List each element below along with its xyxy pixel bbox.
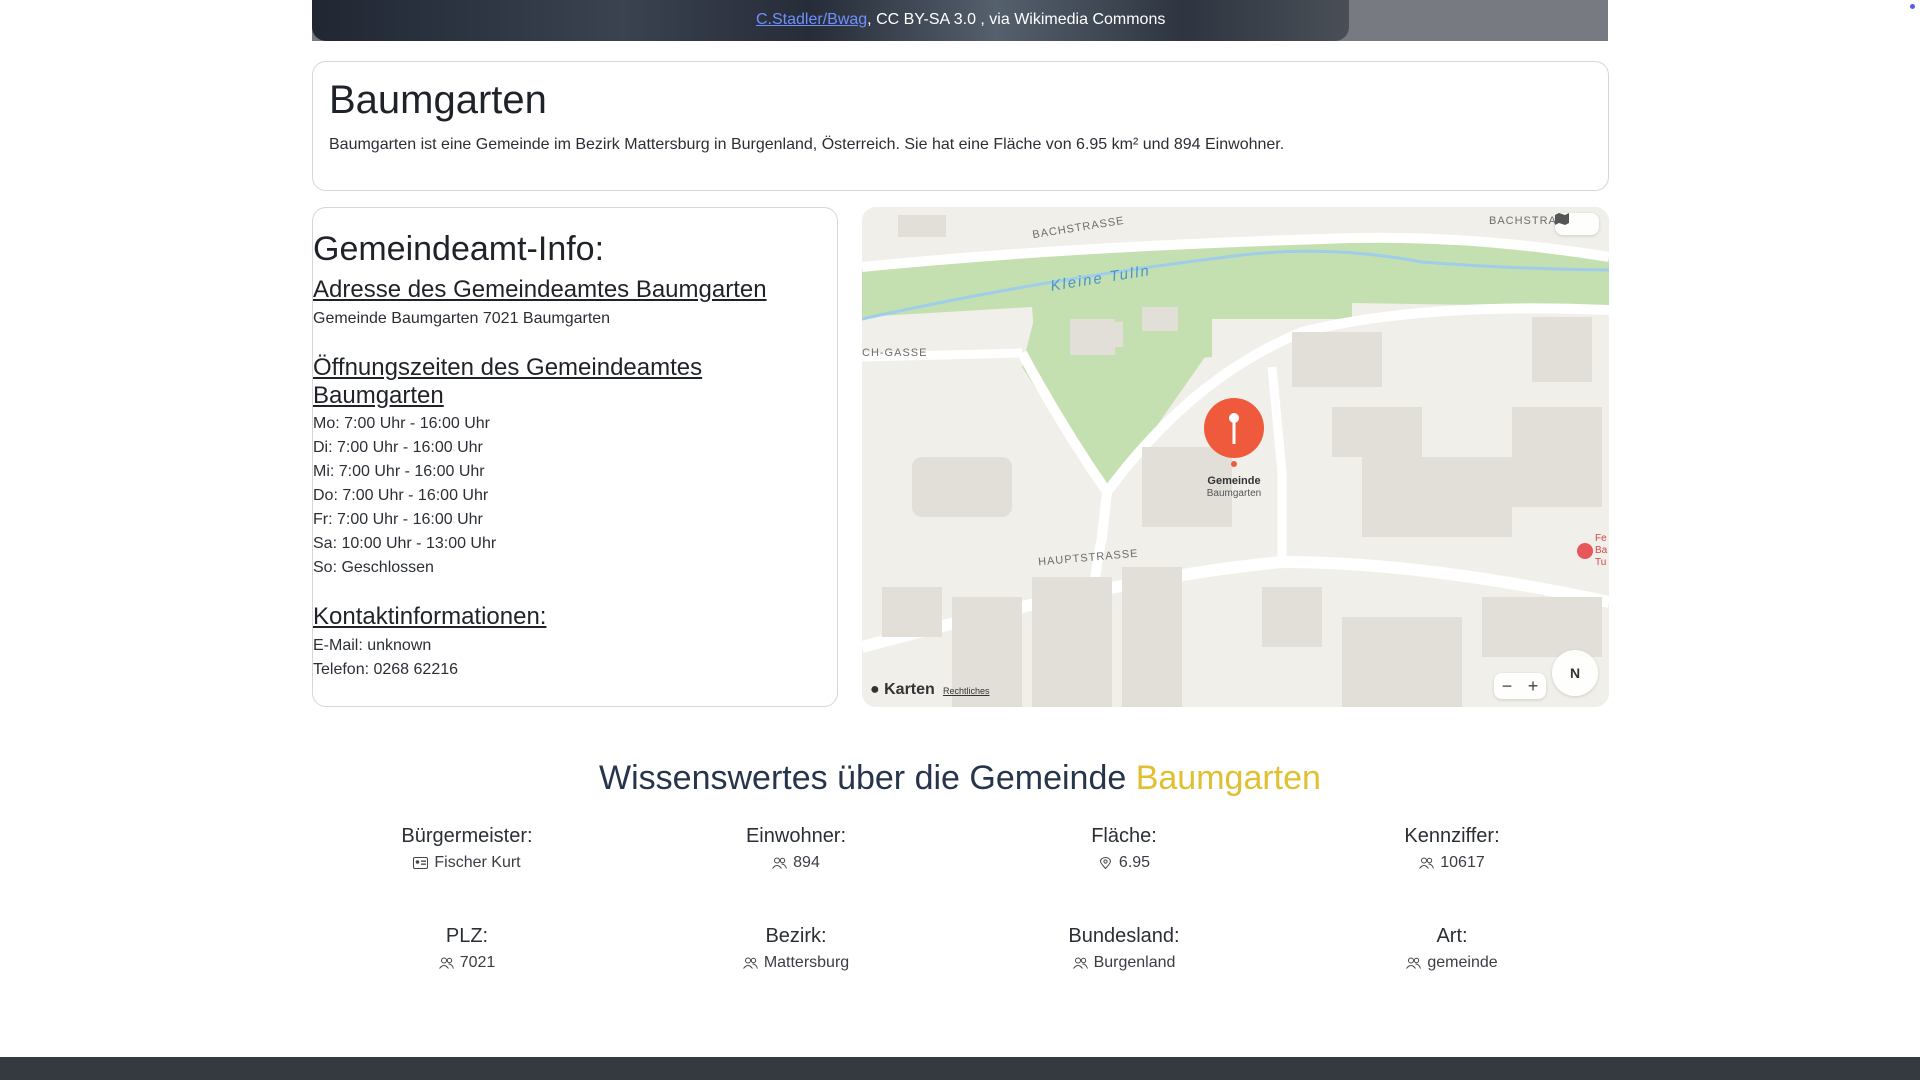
apple-logo-icon: ● xyxy=(870,681,880,698)
fact-value: 894 xyxy=(793,854,820,871)
fact-label: PLZ: xyxy=(445,925,489,947)
title-card: Baumgarten Baumgarten ist eine Gemeinde … xyxy=(312,61,1609,191)
map-type-button[interactable] xyxy=(1555,213,1599,235)
people-icon xyxy=(742,957,758,969)
corner-dot-icon xyxy=(1910,4,1915,9)
footer xyxy=(0,1057,1920,1080)
id-card-icon xyxy=(413,857,429,869)
zoom-in-button[interactable]: + xyxy=(1528,676,1539,697)
fact-value: 10617 xyxy=(1440,854,1485,871)
pin-title: Gemeinde xyxy=(1207,475,1261,487)
page-title: Baumgarten xyxy=(329,78,547,122)
fact-label: Kennziffer: xyxy=(1404,825,1500,847)
hours-title-line2: Baumgarten xyxy=(313,382,444,409)
fact-label: Einwohner: xyxy=(745,825,847,847)
map-icon xyxy=(1555,213,1569,225)
fact-label: Fläche: xyxy=(1091,825,1157,847)
location-pin-icon[interactable] xyxy=(1204,398,1264,468)
address-title: Adresse des Gemeindeamtes Baumgarten xyxy=(313,276,767,303)
page-description: Baumgarten ist eine Gemeinde im Bezirk M… xyxy=(329,136,1285,153)
fact-value: gemeinde xyxy=(1427,954,1498,971)
facts-heading-name: Baumgarten xyxy=(1135,759,1321,797)
zoom-control[interactable]: − + xyxy=(1494,673,1546,699)
credit-license: , CC BY-SA 3.0 , via Wikimedia Commons xyxy=(867,11,1166,28)
contact-email: E-Mail: unknown xyxy=(313,637,432,654)
hours-thursday: Do: 7:00 Uhr - 16:00 Uhr xyxy=(313,487,489,504)
fact-flaeche: Fläche: 6.95 xyxy=(974,825,1274,872)
credit-link[interactable]: C.Stadler/Bwag xyxy=(756,11,867,28)
people-icon xyxy=(1419,857,1435,869)
people-icon xyxy=(1072,957,1088,969)
fact-bundesland: Bundesland: Burgenland xyxy=(974,925,1274,972)
map-brand-label: Karten xyxy=(884,681,935,698)
hours-sunday: So: Geschlossen xyxy=(313,559,434,576)
hours-title-line1: Öffnungszeiten des Gemeindeamtes xyxy=(313,354,703,381)
hours-monday: Mo: 7:00 Uhr - 16:00 Uhr xyxy=(313,415,490,432)
pin-subtitle: Baumgarten xyxy=(1206,488,1262,499)
zoom-out-button[interactable]: − xyxy=(1502,676,1513,697)
facts-heading: Wissenswertes über die Gemeinde Baumgart… xyxy=(0,759,1920,798)
contact-phone: Telefon: 0268 62216 xyxy=(313,661,459,678)
contact-title: Kontaktinformationen: xyxy=(313,603,547,630)
fact-label: Bezirk: xyxy=(765,925,827,947)
street-label-gasse: CH-GASSE xyxy=(862,347,928,359)
hours-friday: Fr: 7:00 Uhr - 16:00 Uhr xyxy=(313,511,483,528)
hero-image: C.Stadler/Bwag, CC BY-SA 3.0 , via Wikim… xyxy=(312,0,1608,41)
facts-heading-prefix: Wissenswertes über die Gemeinde xyxy=(599,759,1127,797)
fact-value: 7021 xyxy=(459,954,496,971)
fact-buergermeister: Bürgermeister: Fischer Kurt xyxy=(317,825,617,872)
fact-label: Bürgermeister: xyxy=(401,825,533,847)
map-view[interactable]: BACHSTRASSE BACHSTRA CH-GASSE HAUPTSTRAS… xyxy=(862,207,1609,707)
fact-art: Art: gemeinde xyxy=(1302,925,1602,972)
fact-label: Bundesland: xyxy=(1068,925,1180,947)
map-legal-link[interactable]: Rechtliches xyxy=(943,686,990,696)
location-pin-icon xyxy=(1099,857,1111,869)
people-icon xyxy=(1406,957,1422,969)
gemeindeamt-info-card: Gemeindeamt-Info: Adresse des Gemeindeam… xyxy=(312,207,838,707)
poi-marker-icon[interactable] xyxy=(1577,543,1593,559)
fact-einwohner: Einwohner: 894 xyxy=(646,825,946,872)
fact-bezirk: Bezirk: Mattersburg xyxy=(646,925,946,972)
fact-value: Mattersburg xyxy=(763,954,850,971)
compass-north-label: N xyxy=(1569,665,1581,681)
address-text: Gemeinde Baumgarten 7021 Baumgarten xyxy=(313,310,611,327)
hours-wednesday: Mi: 7:00 Uhr - 16:00 Uhr xyxy=(313,463,485,480)
compass-button[interactable]: N xyxy=(1552,650,1598,696)
hours-saturday: Sa: 10:00 Uhr - 13:00 Uhr xyxy=(313,535,497,552)
image-credit: C.Stadler/Bwag, CC BY-SA 3.0 , via Wikim… xyxy=(756,11,1165,29)
fact-value: Fischer Kurt xyxy=(434,854,521,871)
fact-value: Burgenland xyxy=(1093,954,1176,971)
poi-label: Fe Ba Tu xyxy=(1595,533,1608,568)
hours-tuesday: Di: 7:00 Uhr - 16:00 Uhr xyxy=(313,439,483,456)
people-icon xyxy=(438,957,454,969)
people-icon xyxy=(772,857,788,869)
fact-value: 6.95 xyxy=(1118,854,1151,871)
fact-kennziffer: Kennziffer: 10617 xyxy=(1302,825,1602,872)
fact-label: Art: xyxy=(1436,925,1468,947)
info-heading: Gemeindeamt-Info: xyxy=(313,230,605,268)
apple-maps-logo: ● Karten xyxy=(870,681,935,699)
street-label-bachstra: BACHSTRA xyxy=(1489,215,1557,227)
fact-plz: PLZ: 7021 xyxy=(317,925,617,972)
